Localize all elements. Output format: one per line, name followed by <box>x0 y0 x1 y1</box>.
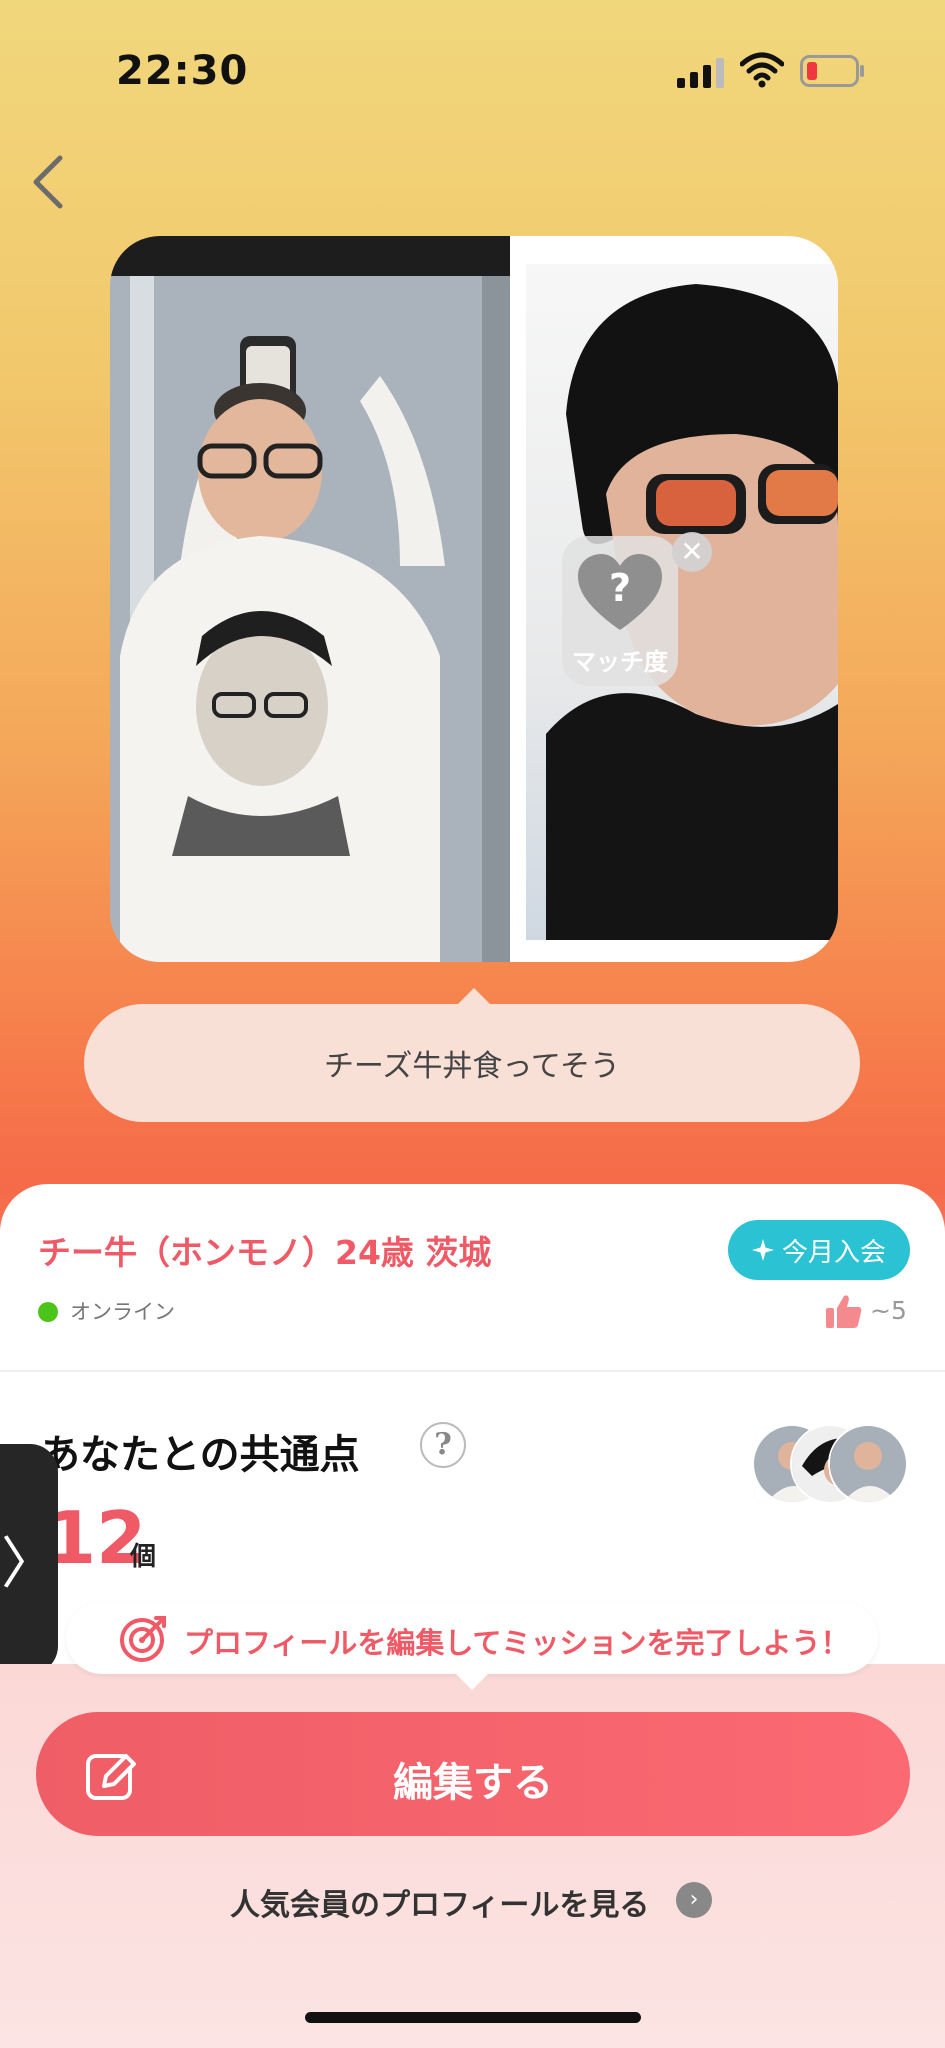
chevron-left-icon <box>33 155 63 209</box>
side-drawer-tab[interactable]: 〉 <box>0 1444 58 1674</box>
speech-bubble: チーズ牛丼食ってそう <box>84 1004 860 1122</box>
match-question-mark: ? <box>608 566 632 610</box>
sparkle-icon <box>751 1239 774 1261</box>
home-indicator <box>305 2012 641 2023</box>
match-badge-close-button[interactable]: ✕ <box>672 532 712 572</box>
status-bar: 22:30 <box>0 0 945 140</box>
wifi-icon <box>740 52 784 88</box>
mission-banner-tail <box>456 1674 488 1690</box>
photo-mirror-selfie <box>110 276 510 962</box>
popular-profiles-link[interactable]: 人気会員のプロフィールを見る › <box>230 1876 730 1924</box>
mission-banner[interactable]: プロフィールを編集してミッションを完了しよう！ <box>66 1602 878 1674</box>
common-points-title: あなたとの共通点 <box>40 1432 360 1478</box>
profile-photo-card[interactable] <box>110 236 838 962</box>
edit-profile-label: 編集する <box>393 1760 553 1806</box>
thumbs-up-icon <box>826 1295 862 1328</box>
status-time: 22:30 <box>116 48 249 94</box>
help-icon[interactable]: ? <box>420 1422 466 1468</box>
target-icon <box>120 1616 166 1662</box>
edit-profile-button[interactable]: 編集する <box>36 1712 910 1836</box>
profile-name-line: チー牛（ホンモノ）24歳 茨城 <box>38 1233 492 1272</box>
online-status-dot <box>38 1302 58 1322</box>
popular-profiles-label: 人気会員のプロフィールを見る <box>230 1888 650 1923</box>
new-member-badge: 今月入会 <box>728 1220 910 1280</box>
match-label: マッチ度 <box>572 648 668 676</box>
like-count: ~5 <box>870 1296 907 1325</box>
divider <box>0 1370 945 1372</box>
chevron-right-icon: › <box>676 1882 712 1918</box>
back-button[interactable] <box>18 150 78 214</box>
mission-text: プロフィールを編集してミッションを完了しよう！ <box>184 1626 850 1660</box>
new-member-label: 今月入会 <box>781 1237 886 1268</box>
avatar <box>828 1424 908 1504</box>
online-status-text: オンライン <box>70 1300 175 1324</box>
profile-photo-main[interactable] <box>110 236 510 962</box>
signal-icon <box>677 58 724 88</box>
common-points-unit: 個 <box>130 1542 157 1572</box>
battery-icon <box>800 55 864 87</box>
match-score-badge[interactable]: ? マッチ度 <box>562 536 678 686</box>
common-avatars[interactable] <box>752 1424 908 1504</box>
